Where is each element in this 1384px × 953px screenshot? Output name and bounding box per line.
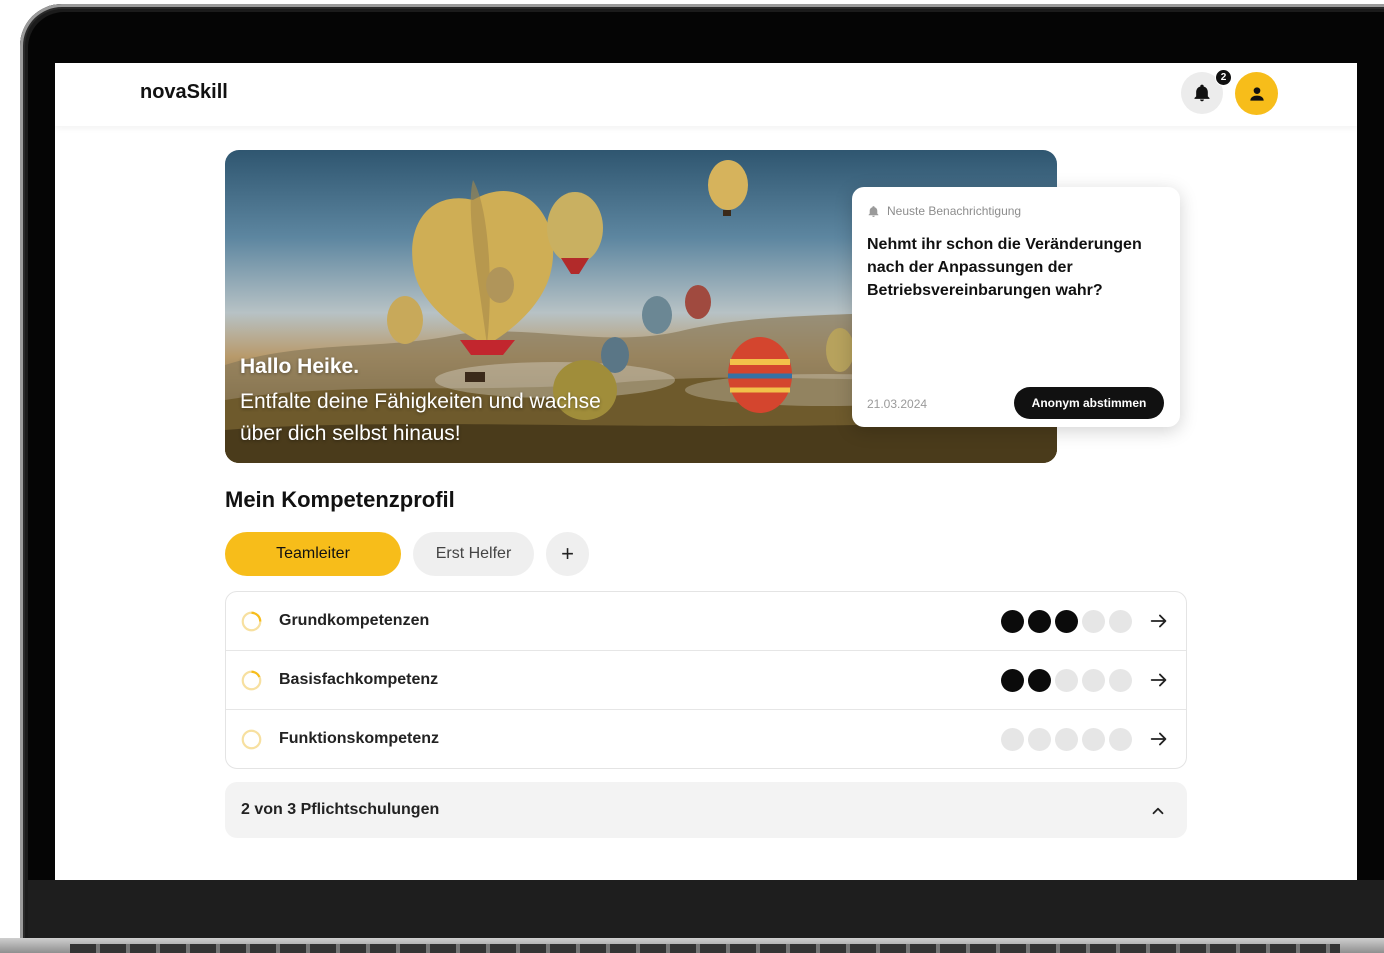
level-dot-empty — [1055, 668, 1078, 692]
add-profile-button[interactable]: + — [546, 532, 589, 576]
level-dot-empty — [1082, 727, 1105, 751]
competency-level-dots — [1001, 727, 1132, 751]
mandatory-trainings-panel[interactable]: 2 von 3 Pflichtschulungen — [225, 782, 1187, 838]
tab-teamleiter[interactable]: Teamleiter — [225, 532, 401, 576]
hero-tagline: Entfalte deine Fähigkeiten und wachse üb… — [240, 390, 601, 445]
level-dot-empty — [1109, 609, 1132, 633]
laptop-keyboard — [70, 944, 1340, 953]
competency-row-funktionskompetenz[interactable]: Funktionskompetenz — [226, 709, 1186, 768]
level-dot-filled — [1001, 668, 1024, 692]
arrow-right-icon[interactable] — [1148, 610, 1170, 632]
top-bar: novaSkill 2 — [55, 63, 1357, 126]
level-dot-empty — [1082, 609, 1105, 633]
level-dot-empty — [1082, 668, 1105, 692]
tab-erst-helfer[interactable]: Erst Helfer — [413, 532, 534, 576]
progress-ring-icon — [241, 670, 262, 690]
notification-header: Neuste Benachrichtigung — [867, 204, 1021, 218]
arrow-right-icon[interactable] — [1148, 728, 1170, 750]
notification-question: Nehmt ihr schon die Veränderungen nach d… — [867, 236, 1142, 299]
competency-level-dots — [1001, 668, 1132, 692]
bell-icon — [1194, 84, 1210, 102]
competency-row-basisfachkompetenz[interactable]: Basisfachkompetenz — [226, 650, 1186, 709]
hero-greeting: Hallo Heike. — [240, 355, 360, 378]
competency-level-dots — [1001, 609, 1132, 633]
notification-date: 21.03.2024 — [867, 397, 928, 411]
app-screen: novaSkill 2 Hallo Heike. Entfalte deine … — [55, 63, 1357, 880]
chevron-up-icon[interactable] — [1149, 802, 1167, 820]
laptop-chin — [28, 880, 1384, 940]
competency-label: Funktionskompetenz — [279, 730, 440, 747]
level-dot-empty — [1109, 727, 1132, 751]
bell-icon — [868, 205, 879, 217]
competency-profile-title: Mein Kompetenzprofil — [225, 487, 455, 512]
progress-ring-icon — [241, 729, 262, 749]
level-dot-empty — [1055, 727, 1078, 751]
level-dot-filled — [1028, 668, 1051, 692]
progress-ring-icon — [241, 611, 262, 631]
level-dot-filled — [1055, 609, 1078, 633]
level-dot-filled — [1001, 609, 1024, 633]
competency-list: Grundkompetenzen Basisfachkompetenz Funk… — [225, 591, 1187, 769]
competency-row-grundkompetenzen[interactable]: Grundkompetenzen — [226, 592, 1186, 650]
level-dot-filled — [1028, 609, 1051, 633]
arrow-right-icon[interactable] — [1148, 669, 1170, 691]
user-avatar-button[interactable] — [1235, 72, 1278, 115]
competency-label: Basisfachkompetenz — [279, 671, 439, 688]
notification-label: Neuste Benachrichtigung — [887, 204, 1022, 218]
competency-label: Grundkompetenzen — [279, 612, 430, 629]
level-dot-empty — [1109, 668, 1132, 692]
user-icon — [1249, 86, 1264, 101]
mandatory-trainings-summary: 2 von 3 Pflichtschulungen — [241, 801, 440, 818]
latest-notification-card: Neuste Benachrichtigung Nehmt ihr schon … — [852, 187, 1180, 427]
brand-logo[interactable]: novaSkill — [140, 81, 228, 104]
notification-count-badge: 2 — [1215, 69, 1232, 86]
vote-anonymously-button[interactable]: Anonym abstimmen — [1014, 387, 1164, 419]
level-dot-empty — [1028, 727, 1051, 751]
level-dot-empty — [1001, 727, 1024, 751]
